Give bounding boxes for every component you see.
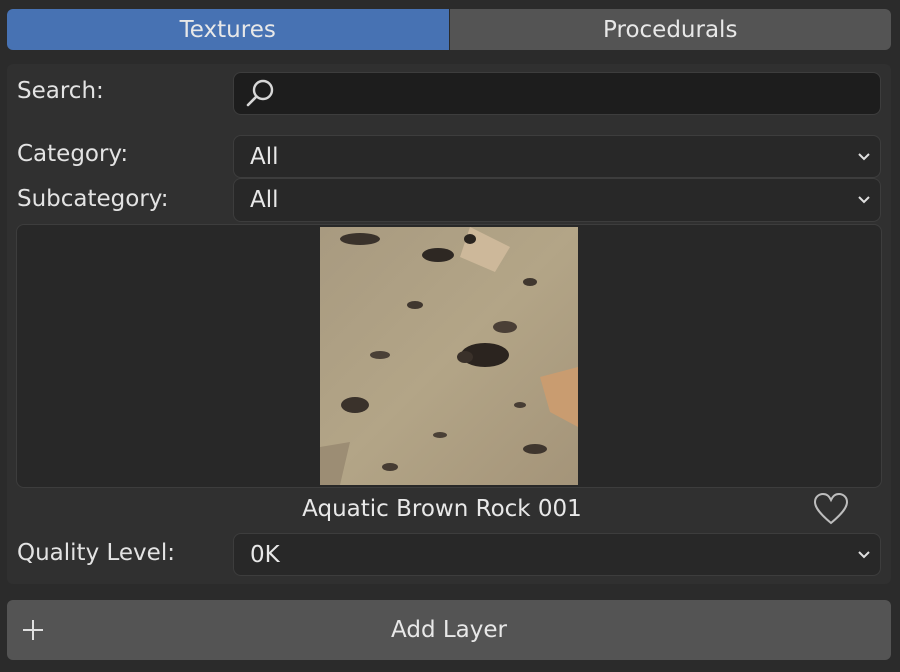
chevron-down-icon: [854, 147, 874, 167]
category-dropdown[interactable]: All: [233, 135, 881, 178]
subcategory-label: Subcategory:: [17, 186, 169, 212]
asset-preview[interactable]: [16, 224, 882, 488]
category-value: All: [250, 143, 279, 170]
tab-bar: Textures Procedurals: [7, 9, 891, 50]
texture-thumbnail[interactable]: [320, 227, 578, 485]
asset-name: Aquatic Brown Rock 001: [302, 496, 582, 522]
quality-level-value: 0K: [250, 541, 280, 568]
heart-icon[interactable]: [813, 492, 851, 528]
subcategory-dropdown[interactable]: All: [233, 178, 881, 222]
quality-level-dropdown[interactable]: 0K: [233, 533, 881, 576]
search-input[interactable]: [233, 72, 881, 115]
tab-textures[interactable]: Textures: [7, 9, 450, 50]
chevron-down-icon: [854, 190, 874, 210]
tab-procedurals[interactable]: Procedurals: [449, 9, 891, 50]
search-label: Search:: [17, 78, 104, 104]
subcategory-value: All: [250, 187, 279, 213]
add-layer-button[interactable]: Add Layer: [7, 600, 891, 660]
chevron-down-icon: [854, 545, 874, 565]
search-icon: [244, 77, 278, 111]
asset-browser-panel: Search: Category: All Subcategory: All A…: [7, 64, 891, 584]
add-layer-label: Add Layer: [391, 617, 507, 643]
quality-level-label: Quality Level:: [17, 540, 175, 566]
plus-icon: [7, 618, 59, 642]
category-label: Category:: [17, 141, 129, 167]
